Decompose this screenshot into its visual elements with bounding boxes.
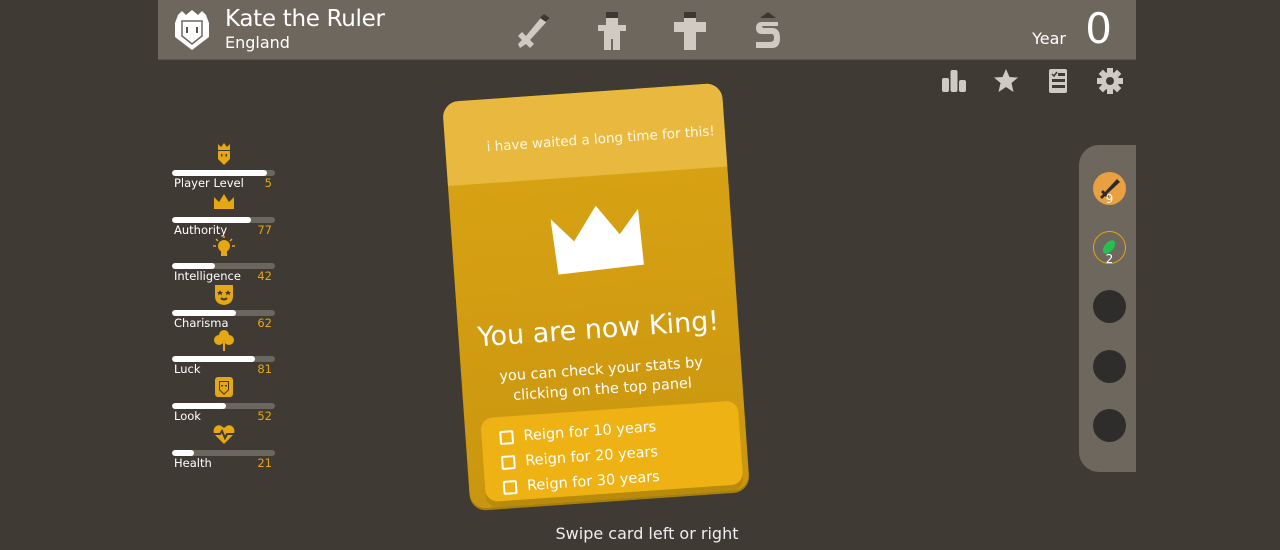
resource-meters <box>514 8 788 52</box>
swipe-hint: Swipe card left or right <box>555 524 739 543</box>
event-card[interactable]: i have waited a long time for this! You … <box>442 82 750 510</box>
stat-look: Look 52 <box>172 375 276 423</box>
bar-chart-icon[interactable] <box>940 66 968 96</box>
inventory-slot-empty[interactable] <box>1093 290 1126 323</box>
inventory-slot-leaf[interactable]: 2 <box>1093 231 1126 266</box>
inventory-panel: 9 2 <box>1079 145 1136 472</box>
card-title: You are now King! <box>476 305 721 354</box>
star-icon[interactable] <box>992 66 1020 96</box>
slot-count: 2 <box>1105 252 1114 266</box>
ruler-country: England <box>225 33 290 52</box>
queen-shield-icon <box>175 10 209 50</box>
stat-luck: Luck 81 <box>172 328 276 376</box>
player-stats: Player Level 5 Authority 77 Intelligence… <box>172 142 276 470</box>
checkbox-icon[interactable] <box>500 454 516 470</box>
top-panel[interactable]: Kate the Ruler England Year 0 <box>158 0 1136 60</box>
sword-icon <box>518 14 550 48</box>
stat-charisma: Charisma 62 <box>172 282 276 330</box>
heartbeat-icon <box>213 424 235 444</box>
dollar-icon <box>756 12 780 48</box>
person-icon <box>598 12 626 50</box>
stat-label: Health <box>174 455 212 470</box>
year-value: 0 <box>1085 4 1112 53</box>
inventory-slot-sword[interactable]: 9 <box>1093 172 1126 206</box>
year-label: Year <box>1032 29 1066 48</box>
checkbox-icon[interactable] <box>502 479 518 495</box>
card-subtitle: you can check your stats by clicking on … <box>498 354 704 404</box>
mirror-face-icon <box>215 376 233 397</box>
inventory-slot-empty[interactable] <box>1093 409 1126 442</box>
stat-health: Health 21 <box>172 422 276 470</box>
stat-value: 21 <box>257 455 272 470</box>
checklist-icon[interactable] <box>1044 66 1072 96</box>
toolbar <box>940 66 1124 96</box>
stat-intelligence: Intelligence 42 <box>172 235 276 283</box>
checkbox-icon[interactable] <box>499 429 515 445</box>
lightbulb-icon <box>213 236 235 257</box>
crowned-face-icon <box>218 143 230 165</box>
crown-icon <box>214 193 234 209</box>
stat-player-level: Player Level 5 <box>172 142 276 190</box>
stat-authority: Authority 77 <box>172 189 276 237</box>
slot-count: 9 <box>1105 192 1114 206</box>
inventory-slot-empty[interactable] <box>1093 350 1126 383</box>
gear-icon[interactable] <box>1096 66 1124 96</box>
goal-list: Reign for 10 years Reign for 20 years Re… <box>480 400 744 503</box>
clover-icon <box>214 330 234 352</box>
crown-icon <box>550 205 644 275</box>
ruler-name: Kate the Ruler <box>225 6 385 32</box>
charisma-mask-icon <box>215 284 233 305</box>
goal-label: Reign for 30 years <box>526 468 661 494</box>
cross-icon <box>674 12 706 50</box>
